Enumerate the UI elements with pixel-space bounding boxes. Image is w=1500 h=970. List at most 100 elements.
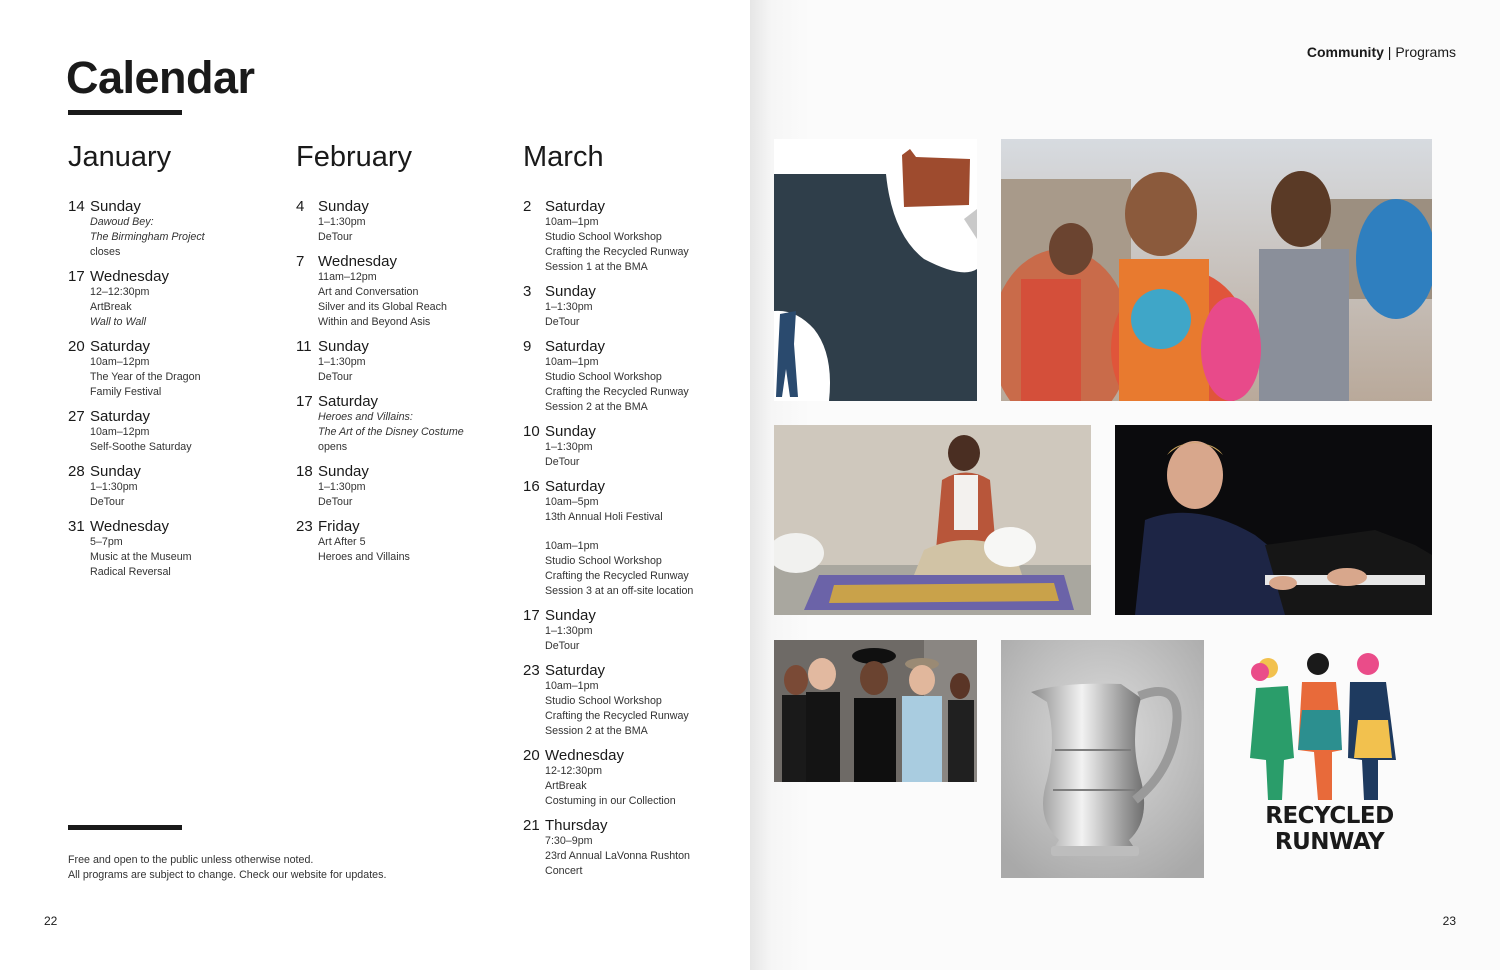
event-detail-line: DeTour [545,640,580,652]
event-weekday: Sunday [90,198,141,215]
calendar-event: 20 Saturday 10am–12pm The Year of the Drago… [68,338,283,400]
event-details: Saturday 10am–1pm Studio School Workshop Cr… [545,338,738,415]
event-details: Sunday 1–1:30pm DeTour [318,463,511,510]
event-weekday: Saturday [545,198,606,215]
event-day-number: 14 [68,198,85,215]
event-weekday: Sunday [90,463,141,480]
calendar-event: 9 Saturday 10am–1pm Studio School Workshop C… [523,338,738,415]
event-day-number: 2 [523,198,532,215]
event-detail-line: Dawoud Bey: [90,216,154,228]
event-detail-line: The Birmingham Project [90,231,205,243]
event-weekday: Wednesday [90,268,169,285]
footnote-rule [68,825,182,830]
event-details: Saturday 10am–12pm Self-Soothe Saturday [90,408,283,455]
calendar-event: 21 Thursday 7:30–9pm 23rd Annual LaVonna Ru… [523,817,738,879]
event-details: Sunday Dawoud Bey: The Birmingham Project c… [90,198,283,260]
event-detail-line: Studio School Workshop [545,231,662,243]
event-detail-line: 1–1:30pm [545,441,593,453]
footnote-line: Free and open to the public unless other… [68,854,314,866]
calendar-event: 2 Saturday 10am–1pm Studio School Workshop C… [523,198,738,275]
event-detail-line: Heroes and Villains: [318,411,413,423]
event-details: Thursday 7:30–9pm 23rd Annual LaVonna Rush… [545,817,738,879]
event-detail-line: 11am–12pm [318,271,377,283]
event-detail-line: 1–1:30pm [318,356,366,368]
section-label: Community | Programs [1307,44,1456,60]
event-weekday: Thursday [545,817,608,834]
event-detail-line: Crafting the Recycled Runway [545,570,689,582]
event-day-number: 18 [296,463,313,480]
event-weekday: Sunday [545,607,596,624]
event-details: Saturday 10am–5pm 13th Annual Holi Festiva… [545,478,738,599]
event-day-number: 28 [68,463,85,480]
event-detail-line: Crafting the Recycled Runway [545,710,689,722]
calendar-event: 4 Sunday 1–1:30pm DeTour [296,198,511,245]
month-heading: February [296,141,413,173]
event-detail-line: Heroes and Villains [318,551,410,563]
left-page: Calendar January 14 Sunday Dawoud Bey: The … [0,0,750,970]
calendar-event: 18 Sunday 1–1:30pm DeTour [296,463,511,510]
event-detail-line: Session 2 at the BMA [545,401,648,413]
event-detail-line: 10am–1pm [545,216,599,228]
event-details: Saturday 10am–1pm Studio School Workshop Cr… [545,662,738,739]
event-weekday: Sunday [318,198,369,215]
event-detail-line: The Art of the Disney Costume [318,426,464,438]
calendar-event: 20 Wednesday 12-12:30pm ArtBreak Costuming i… [523,747,738,809]
calendar-event: 7 Wednesday 11am–12pm Art and Conversation S… [296,253,511,330]
singing-bowl-photo [774,425,1091,615]
event-detail-line: 1–1:30pm [318,216,366,228]
event-detail-line: DeTour [90,496,125,508]
calendar-event: 28 Sunday 1–1:30pm DeTour [68,463,283,510]
event-detail-line: 10am–12pm [90,356,150,368]
event-detail-line: 1–1:30pm [318,481,366,493]
event-weekday: Sunday [545,423,596,440]
event-details: Sunday 1–1:30pm DeTour [318,198,511,245]
event-detail-line: 13th Annual Holi Festival [545,511,663,523]
calendar-event: 23 Friday Art After 5 Heroes and Villains [296,518,511,565]
event-day-number: 17 [523,607,540,624]
silver-pitcher-photo [1001,640,1204,878]
event-day-number: 11 [296,338,312,355]
event-details: Wednesday 5–7pm Music at the Museum Radical… [90,518,283,580]
event-detail-line: Crafting the Recycled Runway [545,246,689,258]
calendar-event: 10 Sunday 1–1:30pm DeTour [523,423,738,470]
event-detail-line: DeTour [545,316,580,328]
event-weekday: Saturday [545,478,606,495]
event-detail-line: 1–1:30pm [545,625,593,637]
calendar-event: 27 Saturday 10am–12pm Self-Soothe Saturday [68,408,283,455]
event-details: Sunday 1–1:30pm DeTour [545,607,738,654]
event-detail-line: Session 1 at the BMA [545,261,648,273]
event-weekday: Wednesday [545,747,624,764]
event-detail-line: 7:30–9pm [545,835,593,847]
event-detail-line: 23rd Annual LaVonna Rushton [545,850,690,862]
event-detail-line: 10am–1pm [545,540,599,552]
event-weekday: Saturday [90,408,151,425]
title-rule [68,110,182,115]
event-weekday: Saturday [318,393,379,410]
event-detail-line: ArtBreak [545,780,587,792]
event-details: Friday Art After 5 Heroes and Villains [318,518,511,565]
abstract-artwork-image [774,139,977,401]
page-number-left: 22 [44,914,58,928]
section-label-rest: Programs [1395,44,1456,60]
event-weekday: Saturday [545,662,606,679]
event-day-number: 4 [296,198,305,215]
event-weekday: Saturday [545,338,606,355]
calendar-event: 17 Saturday Heroes and Villains: The Art of… [296,393,511,455]
event-list: 2 Saturday 10am–1pm Studio School Workshop C… [523,198,738,879]
section-label-strong: Community [1306,44,1384,60]
event-detail-line: 10am–12pm [90,426,150,438]
event-detail-line: Within and Beyond Asis [318,316,431,328]
event-day-number: 17 [296,393,313,410]
event-detail-line: Art and Conversation [318,286,419,298]
event-detail-line: Self-Soothe Saturday [90,441,192,453]
event-details: Sunday 1–1:30pm DeTour [545,283,738,330]
event-detail-line: Concert [545,865,583,877]
event-weekday: Wednesday [318,253,397,270]
event-details: Sunday 1–1:30pm DeTour [318,338,511,385]
month-heading: January [68,141,172,173]
event-day-number: 23 [296,518,313,535]
event-details: Saturday 10am–1pm Studio School Workshop Cr… [545,198,738,275]
month-column-february: February 4 Sunday 1–1:30pm DeTour 7 Wednesday… [296,140,511,573]
event-day-number: 23 [523,662,540,679]
footnote: Free and open to the public unless other… [68,853,386,883]
